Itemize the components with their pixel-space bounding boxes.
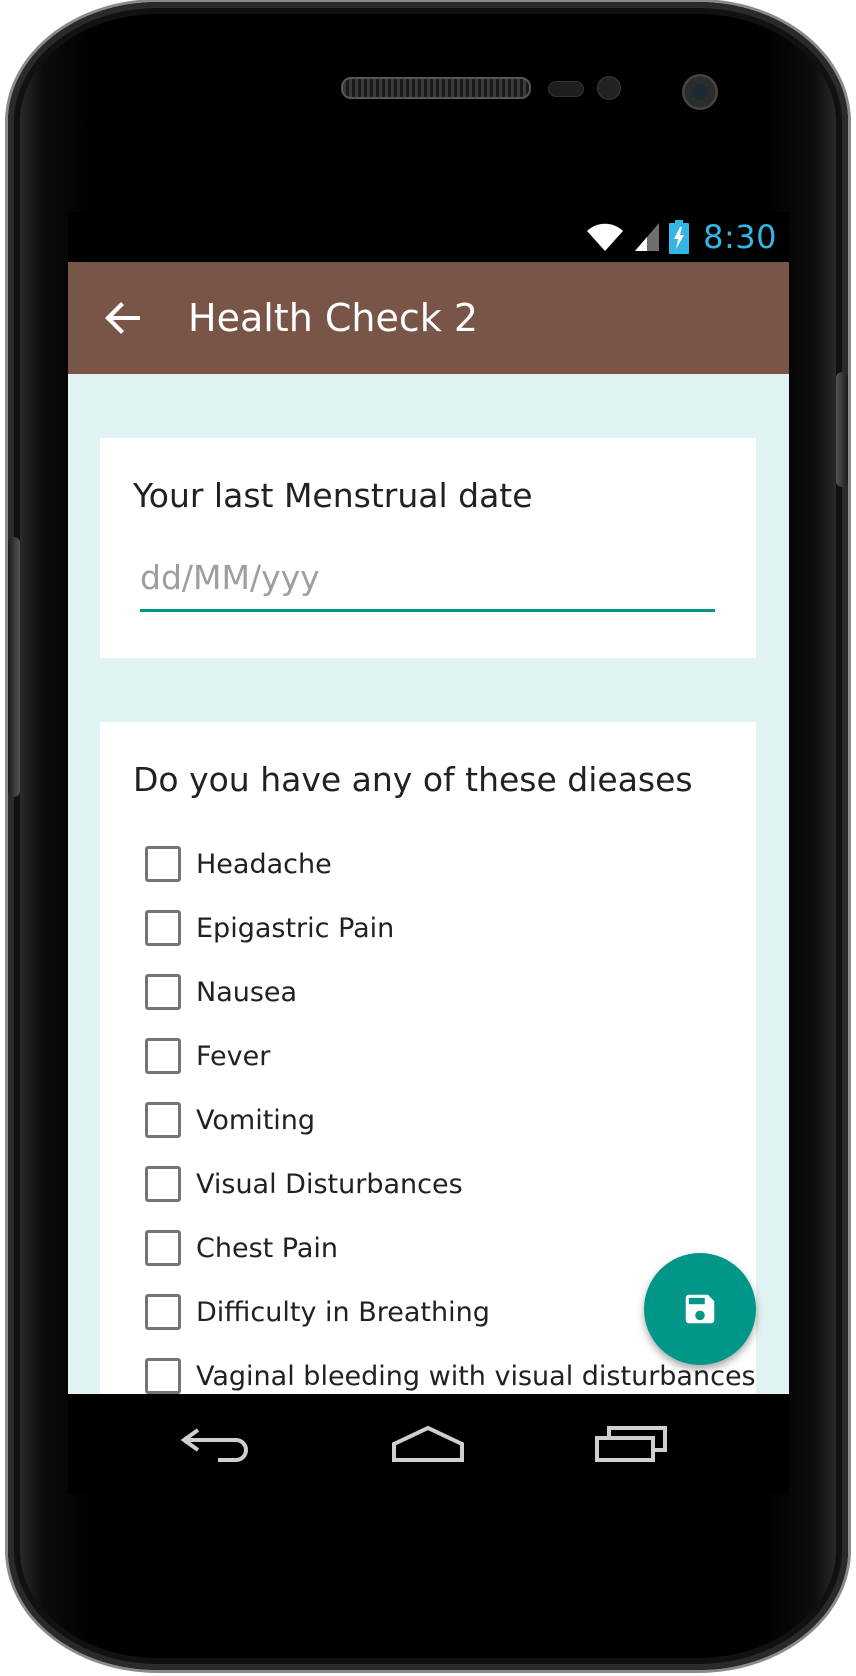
menstrual-date-input[interactable] — [140, 554, 715, 612]
status-bar: 8:30 — [68, 212, 789, 262]
power-button — [836, 372, 848, 487]
light-sensor — [597, 76, 621, 100]
disease-question-label: Do you have any of these dieases — [133, 760, 693, 799]
page-title: Health Check 2 — [188, 296, 479, 340]
checkbox[interactable] — [145, 1358, 181, 1394]
battery-charging-icon — [669, 220, 690, 254]
status-time: 8:30 — [703, 218, 777, 256]
checkbox[interactable] — [145, 1102, 181, 1138]
form-content[interactable]: Your last Menstrual date Do you have any… — [68, 374, 789, 1394]
checkbox[interactable] — [145, 1166, 181, 1202]
checkbox[interactable] — [145, 1038, 181, 1074]
nav-recents-icon[interactable] — [593, 1418, 673, 1470]
system-nav-bar — [68, 1394, 789, 1494]
nav-home-icon[interactable] — [388, 1418, 468, 1470]
device-screen: 8:30 Health Check 2 Your last Menstrual … — [68, 212, 789, 1494]
front-camera — [682, 74, 718, 110]
app-bar: Health Check 2 — [68, 262, 789, 374]
checkbox-item-vomiting[interactable]: Vomiting — [145, 1088, 756, 1152]
nav-back-icon[interactable] — [178, 1418, 258, 1470]
menstrual-date-label: Your last Menstrual date — [133, 476, 533, 515]
checkbox-label: Nausea — [196, 976, 298, 1008]
checkbox-label: Fever — [196, 1040, 271, 1072]
checkbox-item-nausea[interactable]: Nausea — [145, 960, 756, 1024]
checkbox-label: Visual Disturbances — [196, 1168, 463, 1200]
save-button[interactable] — [644, 1253, 756, 1365]
checkbox-item-fever[interactable]: Fever — [145, 1024, 756, 1088]
earpiece-speaker — [341, 77, 531, 99]
checkbox-label: Difficulty in Breathing — [196, 1296, 490, 1328]
checkbox[interactable] — [145, 846, 181, 882]
checkbox-label: Headache — [196, 848, 332, 880]
checkbox[interactable] — [145, 1230, 181, 1266]
checkbox[interactable] — [145, 974, 181, 1010]
checkbox-label: Epigastric Pain — [196, 912, 395, 944]
wifi-icon — [587, 223, 624, 251]
checkbox-item-headache[interactable]: Headache — [145, 832, 756, 896]
menstrual-date-card: Your last Menstrual date — [100, 438, 756, 658]
checkbox-item-epigastric-pain[interactable]: Epigastric Pain — [145, 896, 756, 960]
checkbox[interactable] — [145, 910, 181, 946]
checkbox[interactable] — [145, 1294, 181, 1330]
save-icon — [685, 1294, 715, 1324]
checkbox-label: Vaginal bleeding with visual disturbance… — [196, 1360, 756, 1392]
volume-button — [8, 537, 20, 797]
proximity-sensor — [548, 81, 584, 97]
arrow-back-icon[interactable] — [104, 298, 144, 338]
checkbox-label: Vomiting — [196, 1104, 316, 1136]
cell-signal-icon — [635, 223, 660, 251]
checkbox-label: Chest Pain — [196, 1232, 339, 1264]
checkbox-item-visual-disturbances[interactable]: Visual Disturbances — [145, 1152, 756, 1216]
status-icons: 8:30 — [585, 218, 777, 256]
